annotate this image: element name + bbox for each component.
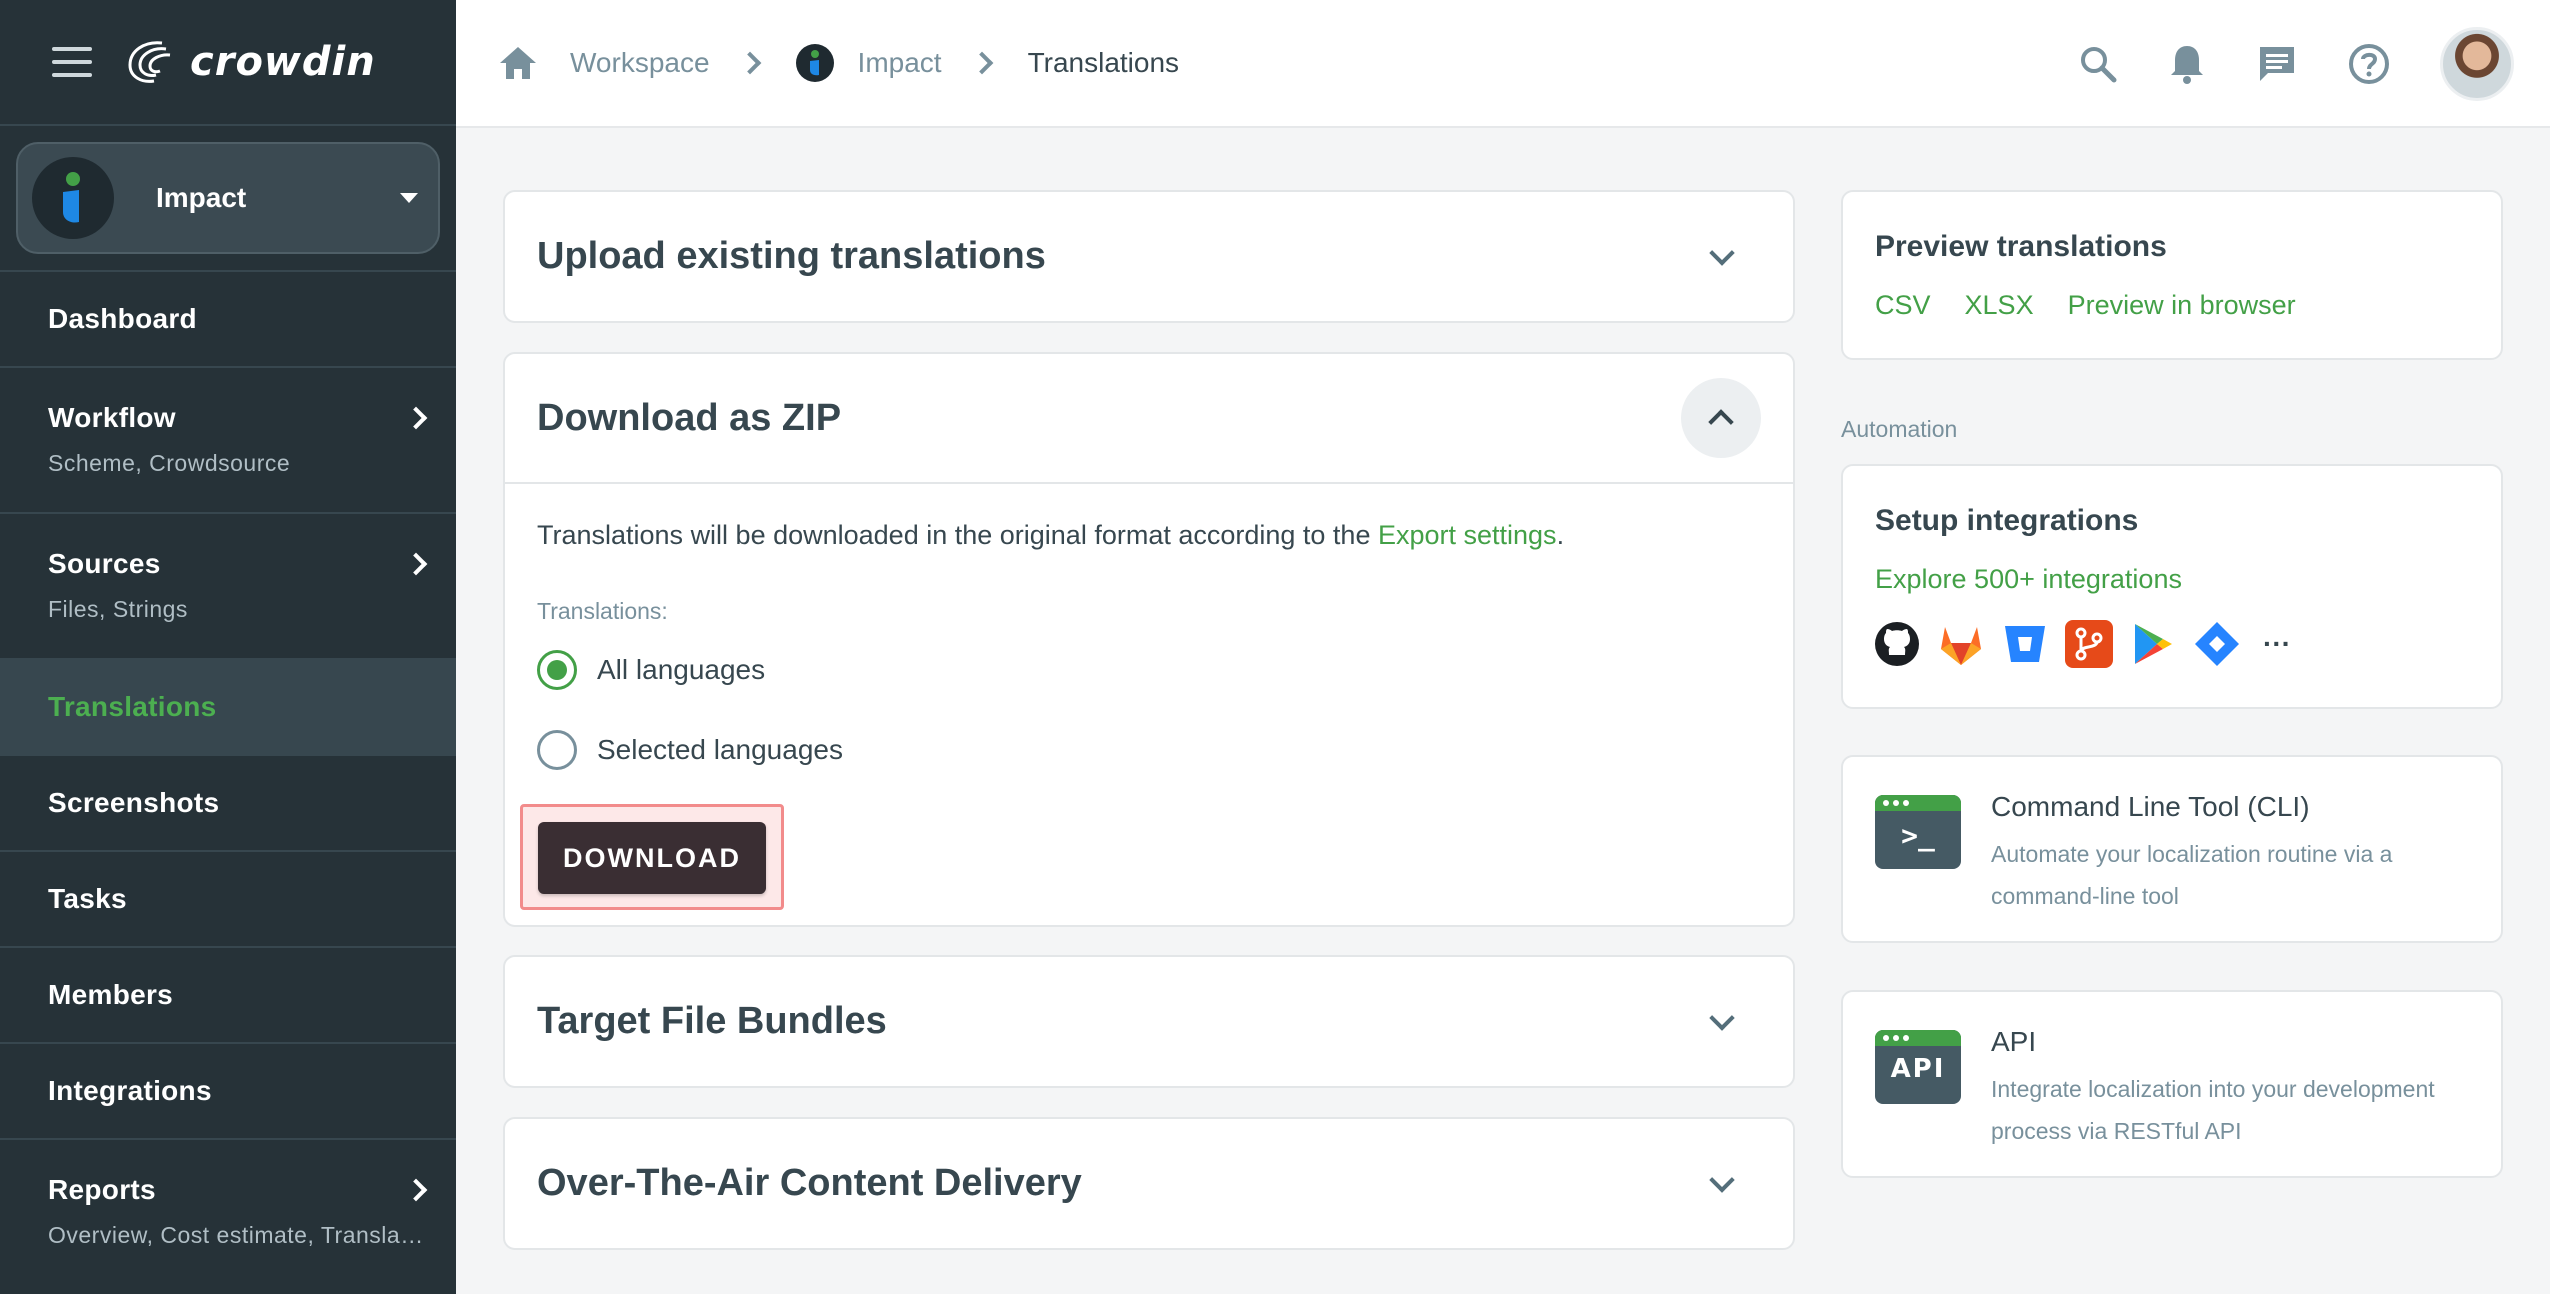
crowdin-logo[interactable]: crowdin	[124, 37, 376, 87]
breadcrumb-current: Translations	[1027, 47, 1180, 78]
ota-content-delivery-panel[interactable]: Over-The-Air Content Delivery	[503, 1117, 1795, 1250]
automation-label: Automation	[1841, 416, 1958, 442]
radio-unchecked-icon	[537, 730, 577, 770]
header-actions	[2078, 0, 2514, 128]
download-button[interactable]: DOWNLOAD	[538, 822, 766, 894]
panel-title: Target File Bundles	[537, 1000, 887, 1042]
crowdin-bird-icon	[128, 41, 171, 83]
sidebar-item-reports[interactable]: Reports Overview, Cost estimate, Transla…	[0, 1140, 456, 1286]
sidebar-item-workflow[interactable]: Workflow Scheme, Crowdsource	[0, 368, 456, 514]
gitlab-icon[interactable]	[1937, 620, 1985, 668]
sidebar-item-label: Tasks	[48, 883, 127, 914]
sidebar-item-tasks[interactable]: Tasks	[0, 852, 456, 948]
chevron-down-icon[interactable]	[1709, 1166, 1735, 1193]
more-icon[interactable]: ···	[2257, 620, 2297, 668]
chevron-up-icon	[1708, 409, 1734, 435]
home-icon[interactable]	[498, 45, 538, 81]
logo-bar: crowdin	[0, 0, 456, 126]
radio-all-languages[interactable]: All languages	[537, 650, 765, 690]
radio-selected-languages[interactable]: Selected languages	[537, 730, 843, 770]
help-icon[interactable]	[2348, 43, 2390, 85]
preview-translations-card: Preview translations CSV XLSX Preview in…	[1841, 190, 2503, 360]
integration-icons: ···	[1873, 620, 2297, 668]
chevron-right-icon	[970, 51, 993, 75]
project-switcher[interactable]: Impact	[16, 142, 440, 254]
card-title: Preview translations	[1875, 230, 2167, 263]
breadcrumb-workspace[interactable]: Workspace	[570, 47, 710, 79]
upload-translations-panel[interactable]: Upload existing translations	[503, 190, 1795, 323]
breadcrumb: Workspace Impact Translations	[498, 44, 1179, 82]
download-zip-header[interactable]: Download as ZIP	[537, 354, 1761, 482]
google-play-icon[interactable]	[2129, 620, 2177, 668]
chat-icon[interactable]	[2256, 44, 2298, 84]
sidebar-item-screenshots[interactable]: Screenshots	[0, 756, 456, 852]
sidebar: crowdin Impact Dashboard Workflow Scheme…	[0, 0, 456, 1294]
sidebar-item-sublabel: Overview, Cost estimate, Translation cos…	[48, 1222, 428, 1248]
cli-description: Automate your localization routine via a…	[1991, 841, 2393, 909]
collapse-button[interactable]	[1681, 378, 1761, 458]
cli-title: Command Line Tool (CLI)	[1991, 791, 2310, 822]
menu-icon[interactable]	[52, 47, 92, 77]
bitbucket-icon[interactable]	[2001, 620, 2049, 668]
radio-label: All languages	[597, 654, 766, 685]
project-name: Impact	[156, 182, 247, 213]
sidebar-item-sublabel: Scheme, Crowdsource	[48, 450, 291, 476]
chevron-down-icon[interactable]	[1709, 239, 1735, 266]
setup-integrations-card: Setup integrations Explore 500+ integrat…	[1841, 464, 2503, 709]
api-title: API	[1991, 1026, 2037, 1057]
panel-title: Upload existing translations	[537, 235, 1046, 277]
preview-links: CSV XLSX Preview in browser	[1875, 290, 2296, 321]
git-icon[interactable]	[2065, 620, 2113, 668]
sidebar-nav: Dashboard Workflow Scheme, Crowdsource S…	[0, 270, 456, 1286]
sidebar-item-label: Sources	[48, 548, 161, 579]
sidebar-item-label: Dashboard	[48, 303, 197, 334]
bell-icon[interactable]	[2168, 43, 2206, 85]
preview-browser-link[interactable]: Preview in browser	[2068, 290, 2296, 321]
sidebar-item-label: Screenshots	[48, 787, 220, 818]
sidebar-item-sublabel: Files, Strings	[48, 596, 188, 622]
sidebar-item-sources[interactable]: Sources Files, Strings	[0, 514, 456, 660]
download-zip-panel: Download as ZIP Translations will be dow…	[503, 352, 1795, 927]
github-icon[interactable]	[1873, 620, 1921, 668]
api-icon: API	[1875, 1030, 1961, 1104]
card-title: Setup integrations	[1875, 504, 2139, 537]
preview-xlsx-link[interactable]: XLSX	[1965, 290, 2034, 321]
top-bar: Workspace Impact Translations	[456, 0, 2550, 128]
sidebar-item-label: Workflow	[48, 402, 176, 433]
user-avatar[interactable]	[2440, 27, 2514, 101]
sidebar-item-label: Translations	[48, 691, 217, 722]
project-avatar	[32, 157, 114, 239]
radio-label: Selected languages	[597, 734, 843, 765]
download-description: Translations will be downloaded in the o…	[537, 520, 1565, 550]
sidebar-item-translations[interactable]: Translations	[0, 660, 456, 756]
sidebar-item-integrations[interactable]: Integrations	[0, 1044, 456, 1140]
panel-title: Over-The-Air Content Delivery	[537, 1162, 1082, 1204]
translations-field-label: Translations:	[537, 598, 668, 624]
explore-integrations-link[interactable]: Explore 500+ integrations	[1875, 564, 2182, 595]
target-file-bundles-panel[interactable]: Target File Bundles	[503, 955, 1795, 1088]
export-settings-link[interactable]: Export settings	[1378, 520, 1557, 550]
sidebar-item-label: Integrations	[48, 1075, 212, 1106]
panel-title: Download as ZIP	[537, 396, 842, 439]
sidebar-item-label: Reports	[48, 1174, 156, 1205]
chevron-down-icon[interactable]	[1709, 1004, 1735, 1031]
search-icon[interactable]	[2078, 44, 2118, 84]
chevron-right-icon	[738, 51, 761, 75]
sidebar-item-label: Members	[48, 979, 174, 1010]
api-description: Integrate localization into your develop…	[1991, 1076, 2435, 1144]
preview-csv-link[interactable]: CSV	[1875, 290, 1931, 321]
breadcrumb-project[interactable]: Impact	[858, 47, 942, 79]
sidebar-item-members[interactable]: Members	[0, 948, 456, 1044]
terminal-icon: >_	[1875, 795, 1961, 869]
logo-text: crowdin	[190, 39, 376, 85]
radio-checked-icon	[537, 650, 577, 690]
api-card[interactable]: API API Integrate localization into your…	[1841, 990, 2503, 1178]
caret-down-icon	[400, 193, 418, 203]
sidebar-item-dashboard[interactable]: Dashboard	[0, 272, 456, 368]
cli-card[interactable]: >_ Command Line Tool (CLI) Automate your…	[1841, 755, 2503, 943]
project-icon	[795, 44, 834, 82]
jira-icon[interactable]	[2193, 620, 2241, 668]
